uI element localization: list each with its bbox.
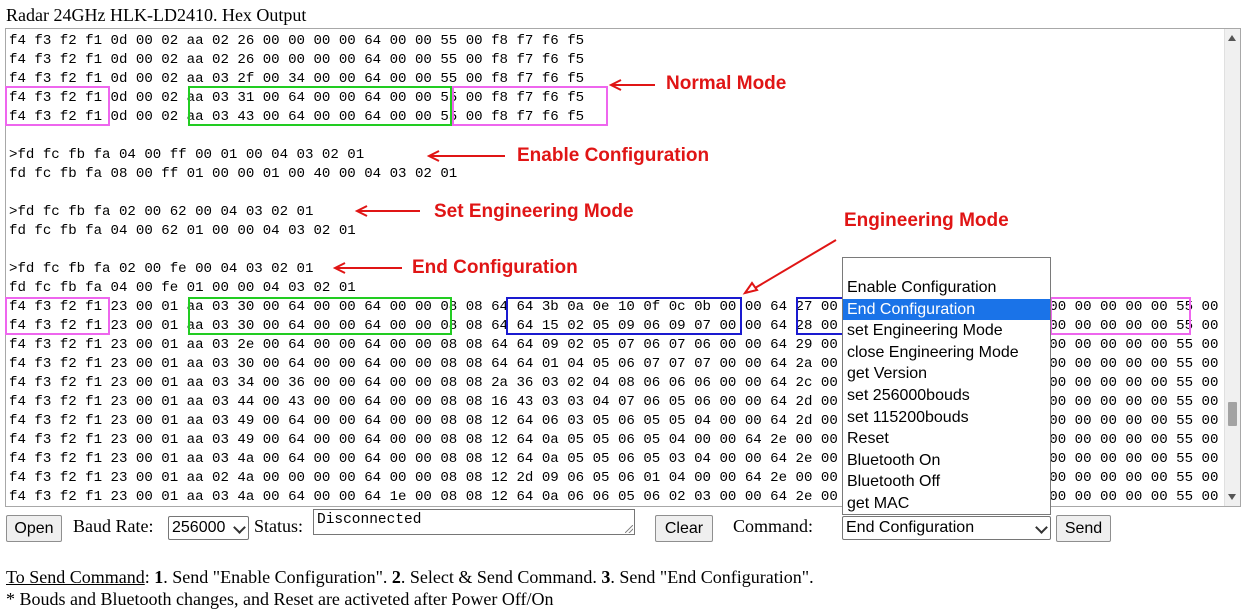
- clear-button[interactable]: Clear: [655, 515, 713, 542]
- status-value: Disconnected: [317, 512, 422, 528]
- arrow-engineering-mode: [749, 239, 837, 292]
- label-normal-mode: Normal Mode: [666, 73, 787, 94]
- command-option[interactable]: Enable Configuration: [843, 277, 1050, 299]
- step-1-number: 1: [154, 567, 164, 587]
- command-option[interactable]: close Engineering Mode: [843, 342, 1050, 364]
- instructions: To Send Command: 1. Send "Enable Configu…: [6, 566, 814, 610]
- command-value: End Configuration: [846, 519, 975, 536]
- command-select[interactable]: End Configuration: [842, 516, 1051, 540]
- label-engineering-mode: Engineering Mode: [844, 210, 1009, 231]
- command-label: Command:: [733, 516, 813, 536]
- chevron-down-icon: [1035, 521, 1048, 534]
- command-option[interactable]: get Version: [843, 363, 1050, 385]
- command-dropdown-list[interactable]: Enable Configuration End Configuration set…: [842, 257, 1051, 515]
- chevron-down-icon: [233, 521, 246, 534]
- instructions-colon: :: [144, 567, 155, 587]
- instructions-line-1: To Send Command: 1. Send "Enable Configu…: [6, 566, 814, 588]
- status-field[interactable]: Disconnected: [313, 509, 635, 535]
- baud-rate-label: Baud Rate:: [73, 516, 154, 536]
- step-1-text: . Send "Enable Configuration".: [163, 567, 392, 587]
- command-option[interactable]: set 256000bouds: [843, 385, 1050, 407]
- command-option[interactable]: End Configuration: [843, 298, 1050, 321]
- command-option[interactable]: Bluetooth On: [843, 450, 1050, 472]
- command-option[interactable]: Reset: [843, 428, 1050, 450]
- label-enable-configuration: Enable Configuration: [517, 145, 710, 166]
- open-button[interactable]: Open: [6, 515, 62, 542]
- label-end-configuration: End Configuration: [412, 257, 578, 278]
- command-option[interactable]: set Engineering Mode: [843, 320, 1050, 342]
- command-option[interactable]: get MAC: [843, 493, 1050, 515]
- step-2-number: 2: [391, 567, 401, 587]
- resize-grip-icon[interactable]: [625, 525, 633, 533]
- command-option[interactable]: Bluetooth Off: [843, 471, 1050, 493]
- baud-rate-value: 256000: [172, 519, 226, 536]
- baud-rate-select[interactable]: 256000: [168, 516, 249, 540]
- instructions-heading: To Send Command: [6, 567, 145, 587]
- status-label: Status:: [254, 516, 304, 536]
- step-2-text: . Select & Send Command.: [400, 567, 602, 587]
- send-button[interactable]: Send: [1056, 515, 1111, 542]
- step-3-text: . Send "End Configuration".: [610, 567, 814, 587]
- label-set-engineering-mode: Set Engineering Mode: [434, 201, 634, 222]
- command-option[interactable]: set 115200bouds: [843, 407, 1050, 429]
- instructions-line-2: * Bouds and Bluetooth changes, and Reset…: [6, 589, 554, 609]
